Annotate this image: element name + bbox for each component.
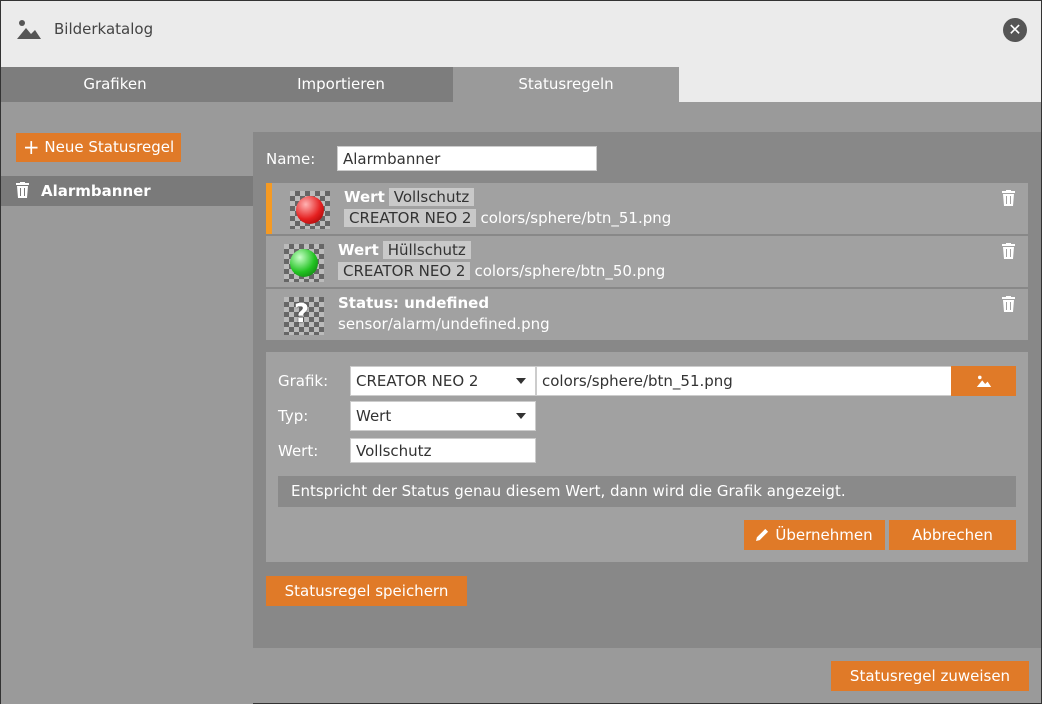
plus-icon: + [22, 135, 40, 159]
rule-title: Wert Hüllschutz [338, 241, 471, 259]
window-title: Bilderkatalog [54, 20, 154, 38]
close-button[interactable]: ✕ [1003, 18, 1027, 42]
red-sphere-icon [296, 196, 324, 224]
sidebar-item-alarmbanner[interactable]: Alarmbanner [1, 176, 253, 206]
image-icon [17, 20, 41, 39]
hint-text: Entspricht der Status genau diesem Wert,… [278, 476, 1016, 507]
trash-icon[interactable] [1002, 296, 1015, 312]
source-badge: CREATOR NEO 2 [338, 262, 471, 280]
new-rule-button[interactable]: + Neue Statusregel [16, 133, 181, 162]
pencil-icon [756, 528, 769, 541]
wert-input[interactable]: Vollschutz [350, 438, 536, 463]
cancel-button[interactable]: Abbrechen [889, 520, 1016, 550]
source-badge: CREATOR NEO 2 [344, 209, 477, 227]
rule-title: Wert Vollschutz [344, 188, 475, 206]
sidebar-item-label: Alarmbanner [41, 182, 151, 200]
sidebar: + Neue Statusregel Alarmbanner [1, 102, 253, 704]
question-mark-icon: ? [294, 299, 310, 329]
assign-rule-button[interactable]: Statusregel zuweisen [831, 661, 1029, 691]
typ-label: Typ: [278, 407, 309, 425]
grafik-label: Grafik: [278, 372, 329, 390]
title-bar: Bilderkatalog ✕ [1, 1, 1041, 67]
apply-label: Übernehmen [775, 526, 873, 544]
name-input[interactable]: Alarmbanner [337, 146, 597, 171]
rule-thumbnail [290, 191, 330, 229]
rule-path: sensor/alarm/undefined.png [338, 315, 550, 333]
rule-title: Status: undefined [338, 294, 490, 312]
rule-panel: Name: Alarmbanner Wert Vollschutz CREATOR… [253, 132, 1041, 648]
save-rule-button[interactable]: Statusregel speichern [266, 576, 467, 606]
rule-thumbnail [284, 244, 324, 282]
tab-importieren[interactable]: Importieren [229, 67, 453, 102]
rule-editor: Grafik: CREATOR NEO 2 colors/sphere/btn_… [266, 352, 1028, 562]
value-badge: Hüllschutz [382, 241, 471, 259]
chevron-down-icon [516, 378, 526, 384]
tab-statusregeln[interactable]: Statusregeln [453, 67, 679, 102]
trash-icon[interactable] [16, 182, 29, 198]
new-rule-label: Neue Statusregel [44, 138, 175, 156]
choose-image-button[interactable] [951, 366, 1016, 396]
apply-button[interactable]: Übernehmen [744, 520, 885, 550]
typ-select[interactable]: Wert [350, 401, 536, 431]
rule-row[interactable]: Wert Hüllschutz CREATOR NEO 2 colors/spher… [266, 236, 1028, 287]
rule-thumbnail: ? [284, 297, 324, 335]
dialog-window: Bilderkatalog ✕ Grafiken Importieren Sta… [0, 0, 1042, 704]
name-label: Name: [266, 150, 316, 168]
grafik-path-input[interactable]: colors/sphere/btn_51.png [536, 366, 952, 396]
tab-grafiken[interactable]: Grafiken [1, 67, 229, 102]
rule-row[interactable]: ? Status: undefined sensor/alarm/undefin… [266, 289, 1028, 340]
rule-row[interactable]: Wert Vollschutz CREATOR NEO 2 colors/spher… [266, 183, 1028, 234]
value-badge: Vollschutz [388, 188, 475, 206]
rule-source: CREATOR NEO 2 colors/sphere/btn_50.png [338, 262, 665, 280]
rule-source: CREATOR NEO 2 colors/sphere/btn_51.png [344, 209, 671, 227]
wert-label: Wert: [278, 442, 319, 460]
close-icon: ✕ [1008, 20, 1022, 39]
tab-bar: Grafiken Importieren Statusregeln [1, 67, 1041, 102]
trash-icon[interactable] [1002, 243, 1015, 259]
image-icon [976, 375, 991, 387]
trash-icon[interactable] [1002, 190, 1015, 206]
green-sphere-icon [290, 249, 318, 277]
chevron-down-icon [516, 413, 526, 419]
rule-path: colors/sphere/btn_50.png [474, 262, 666, 280]
grafik-source-select[interactable]: CREATOR NEO 2 [350, 366, 536, 396]
rule-path: colors/sphere/btn_51.png [480, 209, 672, 227]
